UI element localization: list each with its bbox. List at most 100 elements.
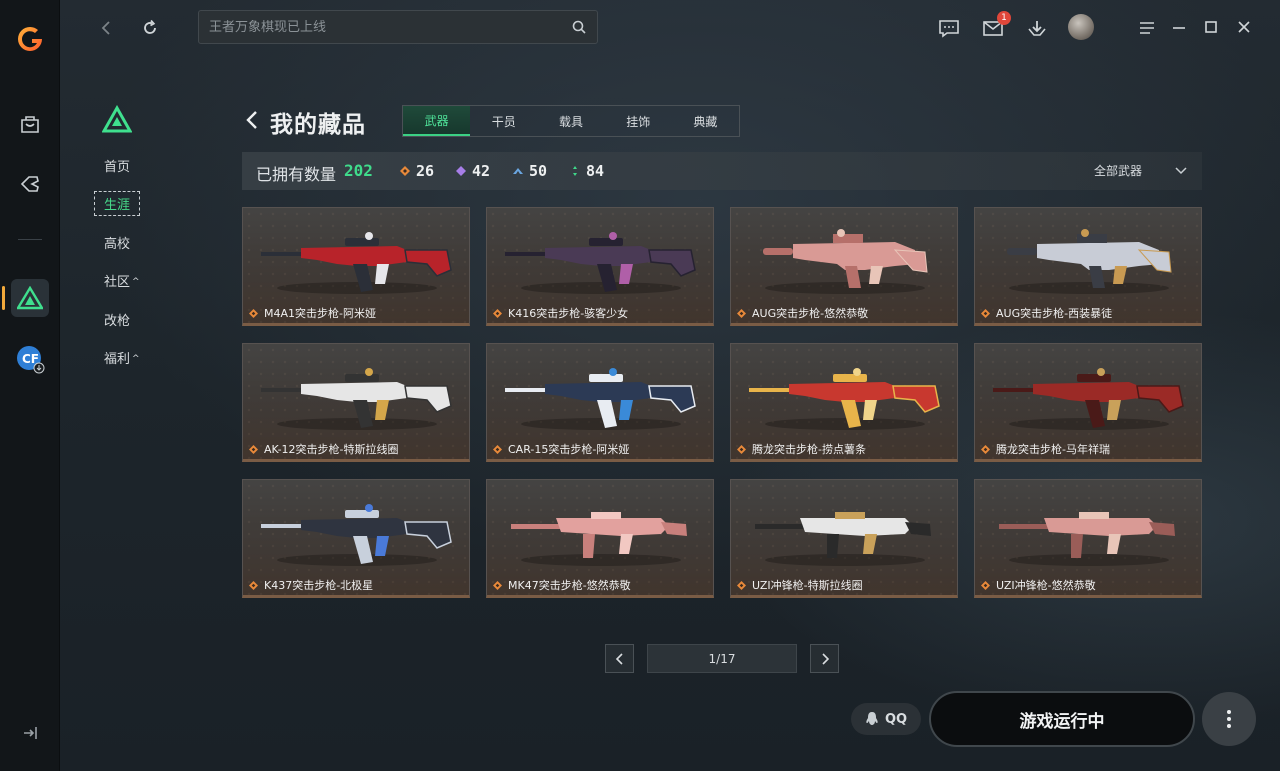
orange-rarity-icon	[249, 580, 258, 590]
weapon-image	[999, 512, 1175, 566]
orange-rarity-icon	[981, 580, 990, 590]
qq-login-button[interactable]: QQ	[851, 703, 921, 735]
weapon-name: M4A1突击步枪-阿米娅	[249, 305, 376, 321]
weapon-card[interactable]: 腾龙突击步枪-捞点薯条	[730, 343, 958, 462]
weapon-image	[763, 229, 928, 294]
weapon-image	[993, 368, 1184, 430]
active-indicator	[2, 286, 5, 310]
more-options-button[interactable]	[1202, 692, 1256, 746]
weapon-image	[261, 368, 452, 430]
orange-rarity-icon	[737, 308, 746, 318]
orange-rarity-icon	[737, 580, 746, 590]
chevron-left-icon	[615, 652, 623, 665]
app-logo-icon[interactable]	[15, 24, 45, 54]
search-icon[interactable]	[571, 19, 587, 35]
weapon-image	[261, 504, 452, 566]
weapon-image	[505, 232, 696, 294]
subnav-item-community[interactable]: 社区 ^	[104, 271, 140, 290]
subnav-item-gunsmith[interactable]: 改枪	[104, 310, 130, 329]
weapon-name: CAR-15突击步枪-阿米娅	[493, 441, 629, 457]
weapon-name: 腾龙突击步枪-马年祥瑞	[981, 441, 1110, 457]
tab-collection[interactable]: 典藏	[672, 106, 739, 136]
search-box	[198, 10, 598, 44]
rarity-count-purple: 42	[456, 162, 490, 180]
page-indicator: 1/17	[647, 644, 797, 673]
download-speed-icon[interactable]	[1023, 14, 1051, 42]
weapon-name: 腾龙突击步枪-捞点薯条	[737, 441, 866, 457]
rarity-count-blue: 50	[513, 162, 547, 180]
tab-operators[interactable]: 干员	[470, 106, 537, 136]
orange-rarity-icon	[249, 308, 258, 318]
weapon-card[interactable]: K437突击步枪-北极星	[242, 479, 470, 598]
store-icon[interactable]	[11, 105, 49, 143]
orange-rarity-icon	[981, 444, 990, 454]
collapse-sidebar-icon[interactable]	[11, 714, 49, 752]
rarity-count-green: 84	[570, 162, 604, 180]
menu-icon[interactable]	[1133, 14, 1161, 42]
rail-divider	[18, 239, 42, 240]
subnav-item-career[interactable]: 生涯	[94, 191, 141, 216]
weapon-name: AUG突击步枪-西装暴徒	[981, 305, 1112, 321]
orange-rarity-icon	[981, 308, 990, 318]
weapon-card[interactable]: AUG突击步枪-悠然恭敬	[730, 207, 958, 326]
refresh-icon[interactable]	[136, 14, 164, 42]
weapon-card[interactable]: AUG突击步枪-西装暴徒	[974, 207, 1202, 326]
orange-rarity-icon	[493, 580, 502, 590]
close-icon[interactable]	[1230, 13, 1258, 41]
weapon-name: K437突击步枪-北极星	[249, 577, 373, 593]
game-running-button[interactable]: 游戏运行中	[929, 691, 1195, 747]
subnav-item-home[interactable]: 首页	[104, 156, 130, 175]
weapon-name: AK-12突击步枪-特斯拉线圈	[249, 441, 399, 457]
page-back-icon[interactable]	[242, 109, 264, 131]
weapon-card[interactable]: K416突击步枪-骇客少女	[486, 207, 714, 326]
collection-tabs: 武器 干员 载具 挂饰 典藏	[402, 105, 740, 137]
blue-rarity-icon	[513, 168, 523, 174]
weapon-image	[511, 512, 687, 566]
rarity-count-orange: 26	[400, 162, 434, 180]
green-rarity-icon	[573, 166, 577, 176]
weapon-card[interactable]: UZI冲锋枪-特斯拉线圈	[730, 479, 958, 598]
chat-icon[interactable]	[935, 14, 963, 42]
orange-rarity-icon	[400, 166, 410, 176]
app-window: CF 1 王者万象棋现已上线 首页 生涯 高校 社区 ^ 改枪 福利 ^ 我的藏…	[0, 0, 1280, 771]
tab-vehicles[interactable]: 载具	[537, 106, 604, 136]
weapon-card[interactable]: AK-12突击步枪-特斯拉线圈	[242, 343, 470, 462]
delta-force-game-icon[interactable]	[11, 279, 49, 317]
purple-rarity-icon	[456, 166, 466, 176]
games-icon[interactable]	[11, 165, 49, 203]
next-page-button[interactable]	[810, 644, 839, 673]
back-nav-icon[interactable]	[92, 14, 120, 42]
weapon-card[interactable]: CAR-15突击步枪-阿米娅	[486, 343, 714, 462]
mail-badge: 1	[997, 11, 1011, 25]
mail-icon[interactable]: 1	[979, 11, 1011, 42]
user-avatar[interactable]	[1068, 14, 1094, 40]
prev-page-button[interactable]	[605, 644, 634, 673]
weapon-name: MK47突击步枪-悠然恭敬	[493, 577, 631, 593]
owned-count-total: 202	[344, 161, 373, 180]
subnav-item-university[interactable]: 高校	[104, 233, 130, 252]
weapon-card[interactable]: UZI冲锋枪-悠然恭敬	[974, 479, 1202, 598]
weapon-name: UZI冲锋枪-悠然恭敬	[981, 577, 1096, 593]
weapon-card[interactable]: MK47突击步枪-悠然恭敬	[486, 479, 714, 598]
weapon-card[interactable]: 腾龙突击步枪-马年祥瑞	[974, 343, 1202, 462]
page-title: 我的藏品	[270, 112, 366, 138]
crossfire-game-icon[interactable]: CF	[11, 340, 49, 378]
tab-charms[interactable]: 挂饰	[605, 106, 672, 136]
owned-stats-bar: 已拥有数量 202 26 42 50 84 全部武器	[242, 152, 1202, 190]
chevron-down-icon	[1175, 166, 1187, 174]
weapon-image	[505, 368, 696, 430]
search-input[interactable]	[209, 19, 571, 35]
chevron-right-icon	[821, 652, 829, 665]
minimize-icon[interactable]	[1165, 14, 1193, 42]
expand-caret-icon: ^	[132, 277, 140, 287]
delta-force-logo-icon	[102, 105, 132, 133]
weapon-name: UZI冲锋枪-特斯拉线圈	[737, 577, 863, 593]
weapon-card[interactable]: M4A1突击步枪-阿米娅	[242, 207, 470, 326]
weapon-filter-dropdown[interactable]: 全部武器	[1094, 162, 1188, 179]
tab-weapons[interactable]: 武器	[403, 106, 471, 136]
subnav-item-welfare[interactable]: 福利 ^	[104, 348, 140, 367]
orange-rarity-icon	[493, 444, 502, 454]
weapon-image	[755, 512, 931, 566]
orange-rarity-icon	[493, 308, 502, 318]
maximize-icon[interactable]	[1197, 13, 1225, 41]
